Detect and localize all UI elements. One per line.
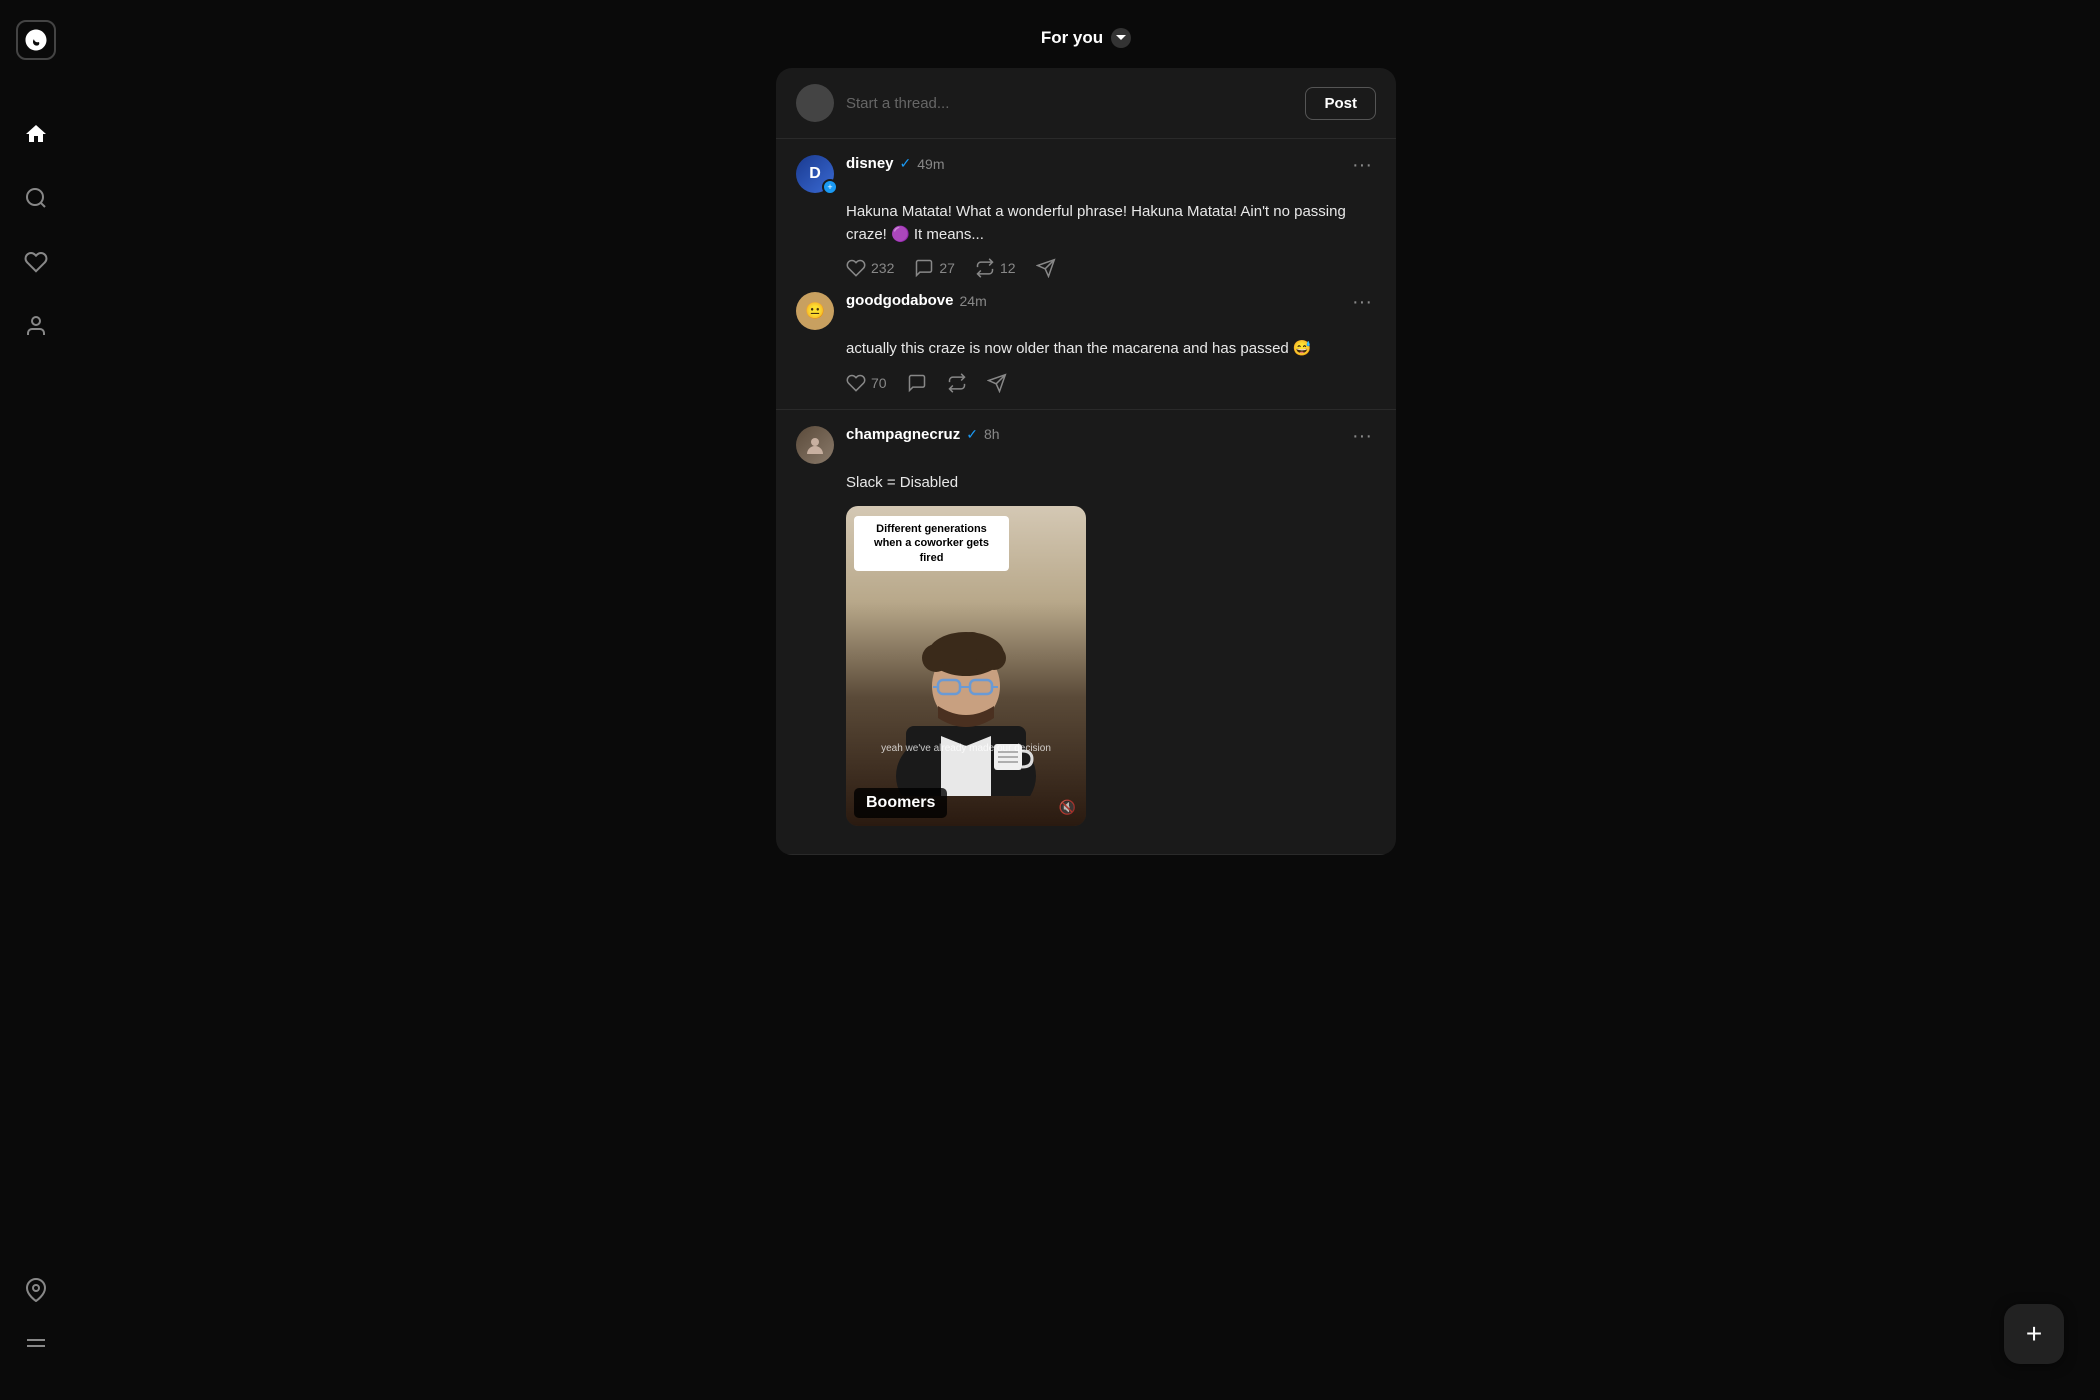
post-champagnecruz-time: 8h: [984, 426, 1000, 442]
image-caption-top: Different generations when a coworker ge…: [854, 516, 1009, 571]
page-header: For you: [72, 20, 2100, 68]
comment-icon: [907, 373, 927, 393]
image-mute-icon[interactable]: 🔇: [1059, 799, 1076, 816]
image-subtitle: yeah we've already made our decision: [856, 743, 1076, 754]
reply-share-btn[interactable]: [987, 373, 1007, 393]
post-disney-header: D + disney ✓ 49m ···: [796, 155, 1376, 193]
image-boomers-label: Boomers: [854, 788, 947, 818]
new-thread-bar: Start a thread... Post: [776, 68, 1396, 139]
disney-like-count: 232: [871, 260, 894, 276]
post-disney-author: disney: [846, 155, 894, 172]
sidebar-item-menu[interactable]: [22, 1332, 50, 1360]
sidebar-item-home[interactable]: [22, 120, 50, 148]
post-champagnecruz-image-container: Different generations when a coworker ge…: [796, 506, 1376, 826]
reply-goodgodabove-more[interactable]: ···: [1348, 292, 1376, 312]
post-champagnecruz-author: champagnecruz: [846, 426, 960, 443]
disney-like-btn[interactable]: 232: [846, 258, 894, 278]
post-champagnecruz-header: champagnecruz ✓ 8h ···: [796, 426, 1376, 464]
post-champagnecruz-image[interactable]: Different generations when a coworker ge…: [846, 506, 1086, 826]
reply-goodgodabove-actions: 70: [796, 373, 1376, 393]
post-disney-actions: 232 27 12: [796, 258, 1376, 278]
current-user-avatar: [796, 84, 834, 122]
reply-repost-btn[interactable]: [947, 373, 967, 393]
disney-avatar-wrapper: D +: [796, 155, 834, 193]
share-icon: [987, 373, 1007, 393]
sidebar-item-activity[interactable]: [22, 248, 50, 276]
post-disney-more[interactable]: ···: [1348, 155, 1376, 175]
heart-icon: [846, 373, 866, 393]
post-disney-time: 49m: [917, 156, 944, 172]
disney-repost-count: 12: [1000, 260, 1016, 276]
person-silhouette: [876, 596, 1056, 796]
post-disney-content: Hakuna Matata! What a wonderful phrase! …: [796, 201, 1376, 246]
main-content: For you Start a thread... Post D +: [72, 0, 2100, 1400]
feed-container: Start a thread... Post D + disney ✓ 49m …: [776, 68, 1396, 855]
feed-title: For you: [1041, 28, 1103, 48]
post-champagnecruz-meta: champagnecruz ✓ 8h: [846, 426, 1336, 443]
disney-share-btn[interactable]: [1036, 258, 1056, 278]
create-post-fab[interactable]: +: [2004, 1304, 2064, 1364]
sidebar-item-pin[interactable]: [22, 1276, 50, 1304]
reply-comment-btn[interactable]: [907, 373, 927, 393]
comment-icon: [914, 258, 934, 278]
repost-icon: [975, 258, 995, 278]
reply-goodgodabove-author-row: goodgodabove 24m: [846, 292, 1336, 309]
reply-like-btn[interactable]: 70: [846, 373, 887, 393]
champagnecruz-avatar-wrapper: [796, 426, 834, 464]
disney-comment-btn[interactable]: 27: [914, 258, 955, 278]
post-disney-meta: disney ✓ 49m: [846, 155, 1336, 172]
disney-repost-btn[interactable]: 12: [975, 258, 1016, 278]
post-disney: D + disney ✓ 49m ··· Hakuna Matata! What…: [776, 139, 1396, 410]
disney-comment-count: 27: [939, 260, 955, 276]
repost-icon: [947, 373, 967, 393]
post-champagnecruz: champagnecruz ✓ 8h ··· Slack = Disabled …: [776, 410, 1396, 856]
sidebar-nav: [22, 120, 50, 1276]
reply-goodgodabove: 😐 goodgodabove 24m ··· actually this cra…: [796, 292, 1376, 393]
champagnecruz-verified-icon: ✓: [966, 426, 978, 443]
post-disney-author-row: disney ✓ 49m: [846, 155, 1336, 172]
reply-goodgodabove-meta: goodgodabove 24m: [846, 292, 1336, 309]
post-champagnecruz-more[interactable]: ···: [1348, 426, 1376, 446]
post-champagnecruz-content: Slack = Disabled: [796, 472, 1376, 495]
threads-logo[interactable]: [16, 20, 56, 60]
thread-input[interactable]: Start a thread...: [846, 95, 1293, 112]
champagnecruz-avatar: [796, 426, 834, 464]
sidebar: [0, 0, 72, 1400]
reply-goodgodabove-content: actually this craze is now older than th…: [796, 338, 1376, 361]
post-button[interactable]: Post: [1305, 87, 1376, 120]
goodgodabove-avatar: 😐: [796, 292, 834, 330]
feed-dropdown-icon: [1111, 28, 1131, 48]
disney-avatar-badge: +: [822, 179, 838, 195]
share-icon: [1036, 258, 1056, 278]
sidebar-item-search[interactable]: [22, 184, 50, 212]
reply-goodgodabove-header: 😐 goodgodabove 24m ···: [796, 292, 1376, 330]
feed-selector-button[interactable]: For you: [1041, 28, 1131, 48]
heart-icon: [846, 258, 866, 278]
reply-goodgodabove-author: goodgodabove: [846, 292, 954, 309]
reply-like-count: 70: [871, 375, 887, 391]
sidebar-item-profile[interactable]: [22, 312, 50, 340]
reply-goodgodabove-time: 24m: [960, 293, 987, 309]
sidebar-bottom: [22, 1276, 50, 1380]
disney-verified-icon: ✓: [900, 155, 912, 172]
post-champagnecruz-author-row: champagnecruz ✓ 8h: [846, 426, 1336, 443]
